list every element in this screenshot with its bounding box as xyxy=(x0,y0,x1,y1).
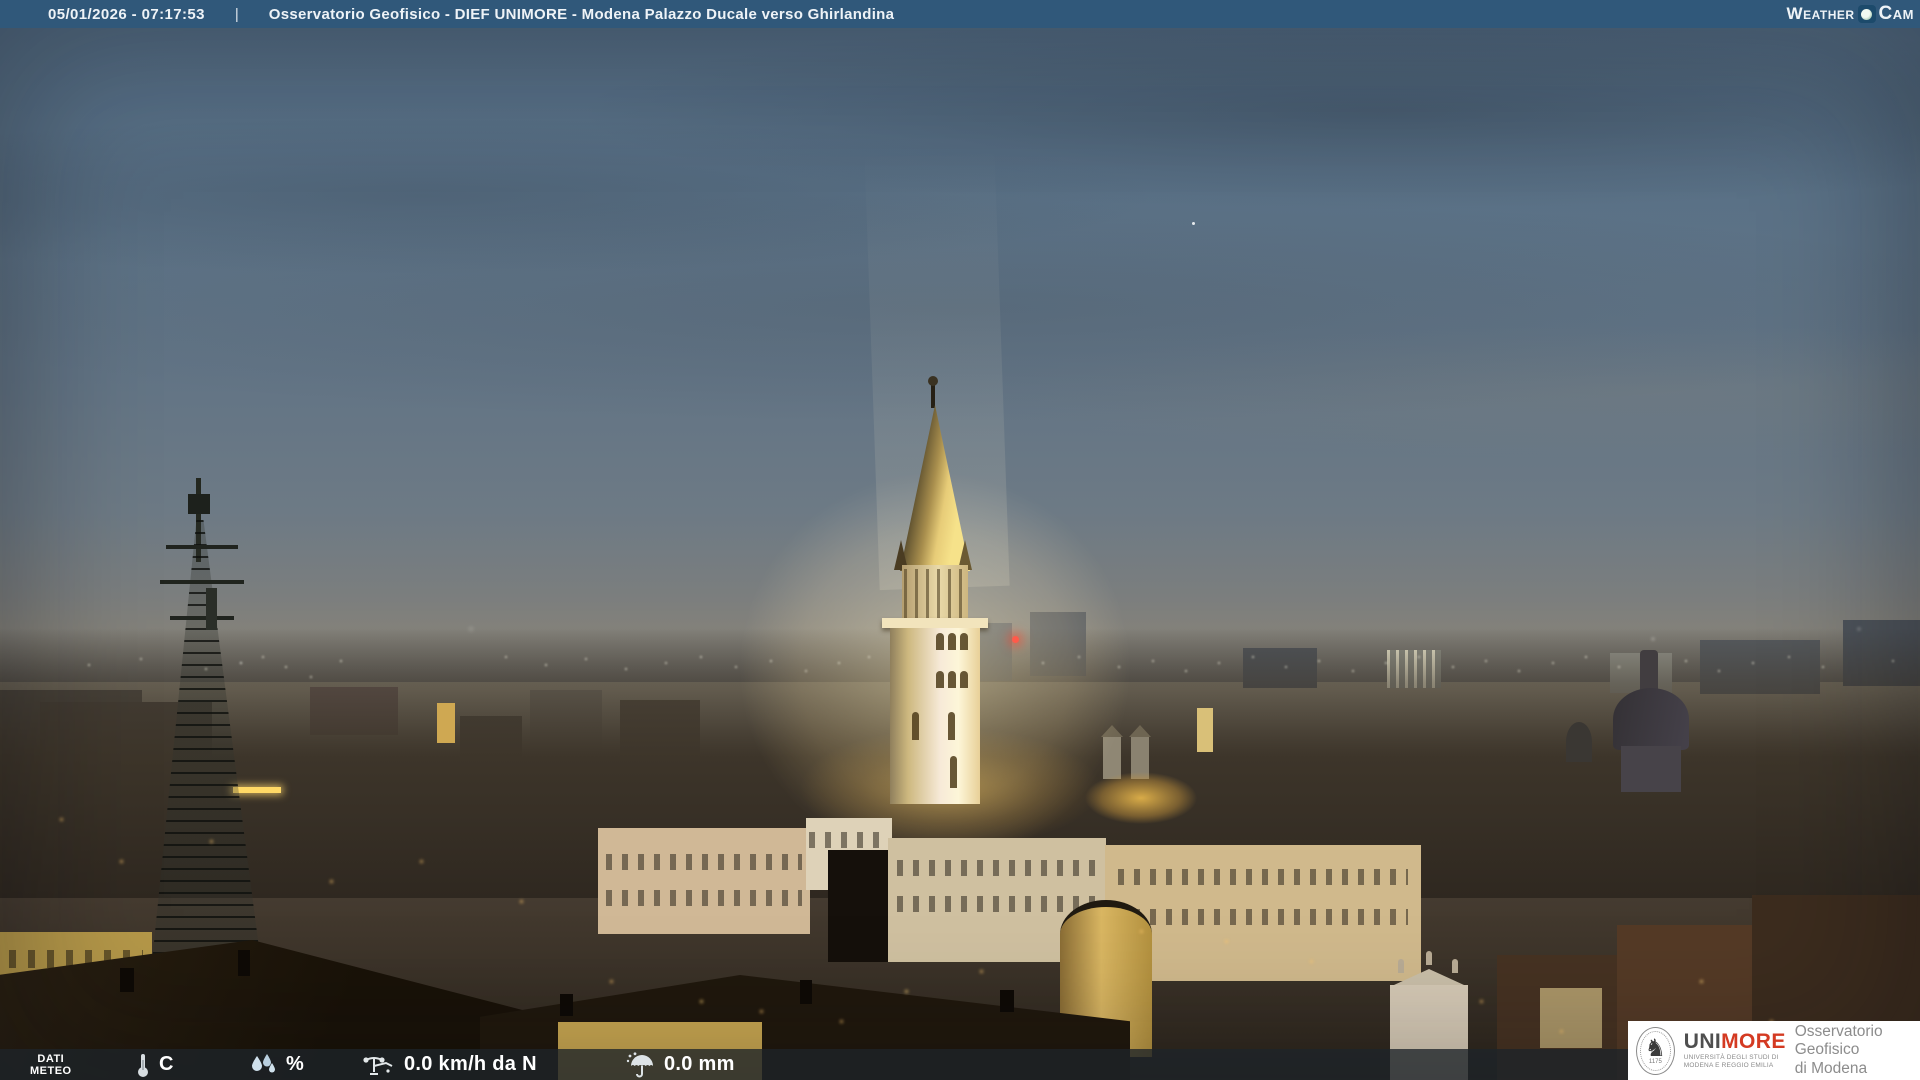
umbrella-rain-icon xyxy=(626,1051,656,1078)
palazzo-facade xyxy=(598,828,810,934)
header-separator: | xyxy=(234,5,239,23)
water-drops-icon xyxy=(248,1053,278,1077)
brand-cam-text: Cam xyxy=(1878,3,1914,24)
brand-weather-text: Weather xyxy=(1786,4,1855,23)
star xyxy=(1192,222,1195,225)
observatory-name-line1: Osservatorio Geofisico xyxy=(1794,1022,1883,1059)
humidity-unit: % xyxy=(286,1053,305,1075)
header-bar: 05/01/2026 - 07:17:53 | Osservatorio Geo… xyxy=(0,0,1920,28)
page-title: Osservatorio Geofisico - DIEF UNIMORE - … xyxy=(268,5,895,23)
lit-sign-strip xyxy=(233,787,281,793)
lit-campanile xyxy=(1197,708,1213,752)
seal-year: 1175 xyxy=(1648,1058,1662,1065)
chimney xyxy=(560,994,573,1016)
dati-meteo-label: DATI METEO xyxy=(30,1049,72,1080)
telecom-mast-top xyxy=(188,494,210,514)
antenna-arm xyxy=(166,545,238,549)
chimney xyxy=(120,968,134,992)
ghirlandina-finial xyxy=(928,376,938,408)
datetime-label: 05/01/2026 - 07:17:53 xyxy=(48,5,205,23)
rain-value: 0.0 mm xyxy=(664,1053,735,1075)
ghirlandina-cornice xyxy=(882,618,988,628)
antenna-panel xyxy=(206,588,217,630)
unimore-subtitle-line1: UNIVERSITÀ DEGLI STUDI DI xyxy=(1683,1053,1779,1061)
webcam-photo xyxy=(0,28,1920,1080)
small-cupola xyxy=(1566,722,1592,762)
antenna-arm xyxy=(160,580,244,584)
temperature-unit: C xyxy=(159,1053,174,1075)
wind-value: 0.0 km/h da N xyxy=(404,1053,537,1075)
chimney xyxy=(238,950,250,976)
chimney xyxy=(800,980,812,1004)
antenna-arm xyxy=(170,616,234,620)
church-dome-drum xyxy=(1621,746,1681,792)
ghirlandina-tower xyxy=(890,628,980,804)
foreground-building xyxy=(1540,988,1602,1048)
wind-readout: 0.0 km/h da N xyxy=(362,1049,537,1080)
unimore-subtitle-line2: MODENA E REGGIO EMILIA xyxy=(1683,1062,1774,1069)
anemometer-icon xyxy=(362,1052,396,1078)
unimore-seal-icon: ♞ 1175 xyxy=(1636,1026,1675,1075)
church-dome xyxy=(1613,688,1689,750)
humidity-readout: % xyxy=(248,1049,304,1080)
chimney xyxy=(1000,990,1014,1012)
palazzo-facade xyxy=(1105,845,1421,981)
seal-knight-figure: ♞ xyxy=(1644,1033,1667,1062)
temperature-readout: C xyxy=(135,1049,174,1080)
dati-label-line2: METEO xyxy=(30,1064,72,1077)
weathercam-logo: Weather Cam xyxy=(1787,3,1914,25)
webcam-viewer: 05/01/2026 - 07:17:53 | Osservatorio Geo… xyxy=(0,0,1920,1080)
unimore-branding-box: ♞ 1175 UNIMORE UNIVERSITÀ DEGLI STUDI DI… xyxy=(1628,1021,1920,1080)
unimore-uni-text: UNI xyxy=(1683,1029,1722,1053)
rain-readout: 0.0 mm xyxy=(626,1049,735,1080)
city-lights xyxy=(0,28,3,31)
lit-campanile xyxy=(437,703,455,743)
dark-building xyxy=(828,850,888,962)
observatory-name-line2: di Modena xyxy=(1794,1059,1868,1077)
unimore-logotype: UNIMORE UNIVERSITÀ DEGLI STUDI DI MODENA… xyxy=(1684,1031,1786,1070)
observatory-name: Osservatorio Geofisico di Modena xyxy=(1795,1023,1920,1079)
camera-lens-icon xyxy=(1857,5,1876,23)
thermometer-icon xyxy=(135,1052,151,1078)
unimore-more-text: MORE xyxy=(1721,1029,1786,1053)
red-antenna-light xyxy=(1012,636,1019,643)
dati-label-line1: DATI xyxy=(37,1052,65,1065)
